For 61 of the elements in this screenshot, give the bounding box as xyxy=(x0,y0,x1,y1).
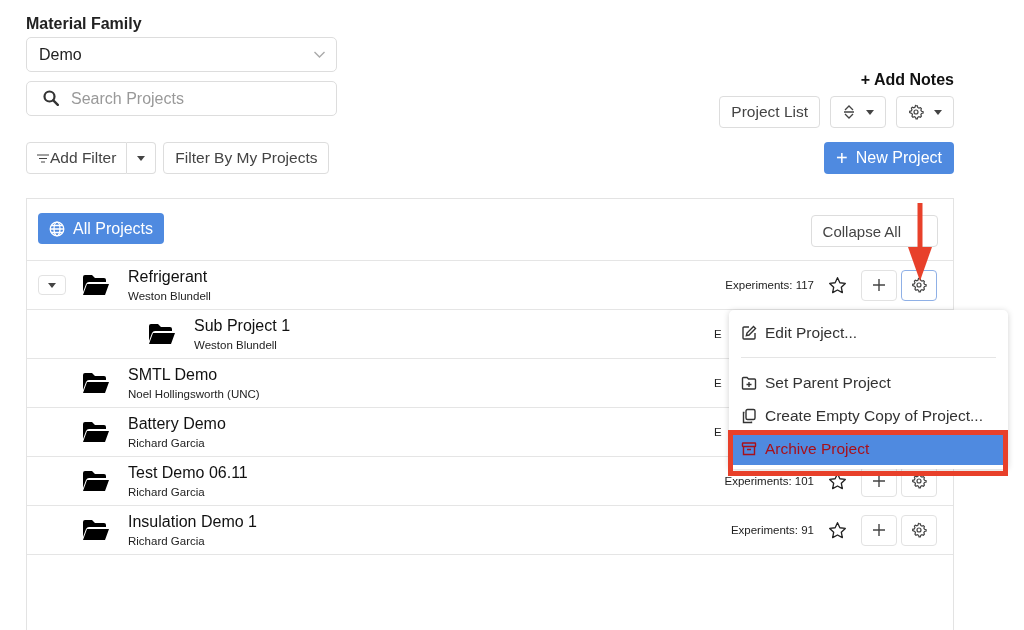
folder-icon xyxy=(82,274,110,296)
folder-icon xyxy=(82,519,110,541)
collapse-all-button[interactable]: Collapse All xyxy=(810,215,938,247)
project-owner: Richard Garcia xyxy=(128,437,206,449)
settings-icon xyxy=(911,473,927,489)
project-name[interactable]: Insulation Demo 1 xyxy=(128,513,718,531)
project-owner: Noel Hollingsworth (UNC) xyxy=(128,388,261,400)
sort-icon xyxy=(842,105,856,119)
caret-icon xyxy=(866,109,874,115)
plus-icon xyxy=(872,523,886,537)
caret-icon xyxy=(934,109,942,115)
menu-item[interactable]: Create Empty Copy of Project... xyxy=(729,399,1008,432)
expand-toggle[interactable] xyxy=(38,275,66,295)
chevron-down-icon xyxy=(313,50,326,59)
folder-plus-icon xyxy=(741,374,757,391)
menu-item[interactable]: Set Parent Project xyxy=(729,366,1008,399)
experiment-count: E xyxy=(714,426,722,438)
folder-icon xyxy=(82,421,110,443)
experiment-count: Experiments: 117 xyxy=(724,279,814,291)
folder-icon xyxy=(82,470,110,492)
material-family-select[interactable]: Demo xyxy=(26,37,337,72)
project-settings-button[interactable] xyxy=(901,269,937,301)
add-subproject-button[interactable] xyxy=(861,514,897,546)
project-owner: Richard Garcia xyxy=(128,535,206,547)
plus-icon xyxy=(872,278,886,292)
caret-icon xyxy=(137,155,146,161)
experiment-count: Experiments: 101 xyxy=(723,475,814,487)
settings-dropdown-button[interactable] xyxy=(896,96,954,128)
add-subproject-button[interactable] xyxy=(861,269,897,301)
search-field[interactable]: Search Projects xyxy=(26,81,337,116)
experiment-count: Experiments: 91 xyxy=(729,524,814,536)
filter-dropdown-button[interactable] xyxy=(127,142,157,174)
project-owner: Weston Blundell xyxy=(128,290,212,302)
experiment-count: E xyxy=(714,328,722,340)
folder-icon xyxy=(82,372,110,394)
menu-item[interactable]: Edit Project... xyxy=(729,316,1008,349)
add-notes-button[interactable]: + Add Notes xyxy=(860,71,954,89)
settings-icon xyxy=(911,522,927,538)
archive-box-icon xyxy=(741,440,757,457)
filter-icon xyxy=(37,153,49,163)
globe-icon xyxy=(49,220,65,237)
settings-icon xyxy=(911,277,927,293)
sort-dropdown-button[interactable] xyxy=(830,96,886,128)
project-name[interactable]: Refrigerant xyxy=(128,268,718,286)
folder-icon xyxy=(148,323,176,345)
project-name[interactable]: Test Demo 06.11 xyxy=(128,464,718,482)
caret-icon xyxy=(48,282,56,288)
project-owner: Weston Blundell xyxy=(194,339,278,351)
field-label: Material Family xyxy=(26,15,143,34)
plus-icon xyxy=(872,474,886,488)
star-icon[interactable] xyxy=(828,520,847,540)
filter-my-projects-button[interactable]: Filter By My Projects xyxy=(163,142,330,174)
star-icon[interactable] xyxy=(828,275,847,295)
search-icon xyxy=(43,90,59,106)
copy-icon xyxy=(741,407,757,424)
project-list-button[interactable]: Project List xyxy=(719,96,820,128)
project-owner: Richard Garcia xyxy=(128,486,206,498)
add-filter-button[interactable]: Add Filter xyxy=(26,142,128,174)
settings-icon xyxy=(908,104,924,120)
experiment-count: E xyxy=(714,377,722,389)
pencil-square-icon xyxy=(741,324,757,341)
